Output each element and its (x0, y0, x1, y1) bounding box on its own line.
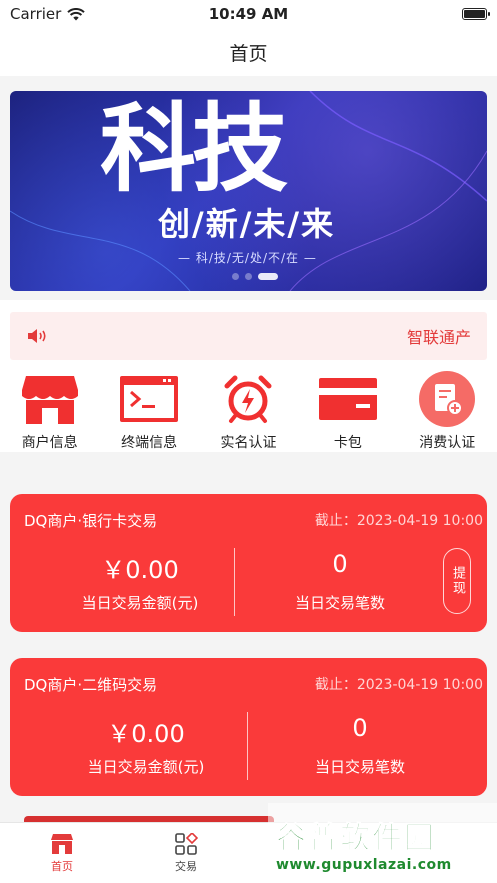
carousel-dot[interactable] (232, 273, 239, 280)
card-date: 截止：2023-04-19 10:00 (314, 677, 483, 693)
tab-trade[interactable]: 交易 (124, 823, 248, 883)
home-shop-icon (51, 834, 73, 854)
carousel-dot-active[interactable] (258, 273, 278, 280)
tab-label: 交易 (175, 860, 197, 873)
banner-carousel[interactable]: 科技 创/新/未/来 — 科/技/无/处/不/在 — (10, 91, 487, 291)
withdraw-button[interactable]: 提现 (443, 548, 471, 614)
card-divider (247, 712, 248, 780)
watermark-url: www.gupuxlazai.com (276, 857, 452, 873)
daily-amount-value: ￥0.00 (107, 720, 185, 748)
quick-action-card-wallet[interactable]: 卡包 (298, 372, 397, 452)
quick-action-label: 实名认证 (220, 435, 277, 451)
carousel-dot[interactable] (245, 273, 252, 280)
battery-icon (462, 8, 490, 20)
daily-amount-label: 当日交易金额(元) (87, 758, 205, 776)
daily-count-value: 0 (352, 714, 368, 742)
daily-count-label: 当日交易笔数 (294, 594, 385, 612)
quick-action-label: 消费认证 (419, 435, 476, 451)
site-watermark: 谷普软件园 www.gupuxlazai.com (268, 803, 497, 883)
wifi-icon (67, 7, 86, 20)
daily-count-label: 当日交易笔数 (314, 758, 405, 776)
banner-tagline: — 科/技/无/处/不/在 — (178, 251, 317, 265)
nav-bar: 首页 (0, 28, 497, 76)
card-date: 截止：2023-04-19 10:00 (314, 513, 483, 529)
card-title: DQ商户·二维码交易 (24, 676, 158, 694)
quick-action-label: 终端信息 (121, 435, 178, 451)
quick-action-merchant-info[interactable]: 商户信息 (0, 372, 99, 452)
page-title: 首页 (229, 42, 268, 65)
speaker-icon (28, 329, 46, 343)
grid-icon (175, 833, 198, 855)
notice-bar[interactable]: 智联通产 (10, 312, 487, 360)
card-divider (234, 548, 235, 616)
watermark-title: 谷普软件园 (276, 821, 436, 857)
daily-amount-label: 当日交易金额(元) (81, 594, 199, 612)
bank-card-transactions[interactable]: DQ商户·银行卡交易 截止：2023-04-19 10:00 ￥0.00 当日交… (10, 494, 487, 632)
daily-amount-value: ￥0.00 (101, 556, 179, 584)
quick-action-label: 卡包 (333, 435, 362, 451)
notice-text: 智联通产 (406, 328, 471, 347)
tab-home[interactable]: 首页 (0, 823, 124, 883)
card-title: DQ商户·银行卡交易 (24, 512, 158, 530)
terminal-icon (120, 376, 179, 422)
carousel-indicators (232, 273, 278, 280)
quick-action-terminal-info[interactable]: 终端信息 (99, 372, 198, 452)
banner-subheadline: 创/新/未/来 (158, 205, 336, 243)
daily-count-value: 0 (332, 550, 348, 578)
document-add-icon (419, 371, 476, 427)
quick-action-label: 商户信息 (21, 435, 78, 451)
qrcode-transactions[interactable]: DQ商户·二维码交易 截止：2023-04-19 10:00 ￥0.00 当日交… (10, 658, 487, 796)
tab-label: 首页 (51, 860, 73, 873)
carrier-label: Carrier (10, 5, 62, 23)
status-bar: Carrier 10:49 AM (0, 0, 497, 28)
quick-actions: 商户信息 终端信息 实名认证 卡包 消费认证 (0, 371, 497, 452)
quick-action-consume-auth[interactable]: 消费认证 (398, 371, 497, 452)
status-left: Carrier (10, 5, 86, 23)
shop-icon (21, 376, 78, 424)
card-icon (318, 378, 377, 420)
alarm-clock-icon (224, 375, 272, 423)
quick-action-real-name[interactable]: 实名认证 (199, 372, 298, 452)
banner-headline: 科技 (100, 93, 288, 205)
